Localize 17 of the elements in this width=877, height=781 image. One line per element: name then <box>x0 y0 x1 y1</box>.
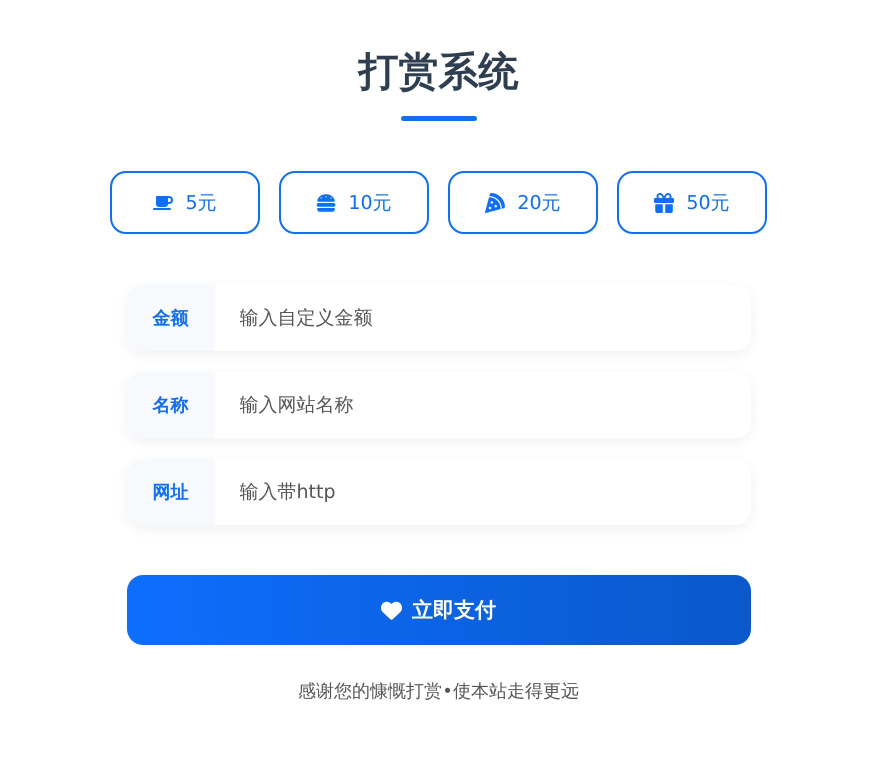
input-field[interactable]: 金额 输入自定义金额 <box>126 285 750 351</box>
gift-icon <box>654 192 674 212</box>
input-field[interactable]: 网址 输入带http <box>126 459 750 525</box>
field-label: 网址 <box>126 459 214 525</box>
input-field[interactable]: 名称 输入网站名称 <box>126 372 750 438</box>
pay-button[interactable]: 立即支付 <box>126 575 750 645</box>
amount-button[interactable]: 5元 <box>110 171 260 234</box>
burger-icon <box>316 192 336 212</box>
page-title: 打赏系统 <box>358 48 518 97</box>
field-label: 名称 <box>126 372 214 438</box>
pizza-slice-icon <box>485 192 506 212</box>
field-label: 金额 <box>126 285 214 351</box>
amount-button[interactable]: 50元 <box>617 171 767 234</box>
amount-button[interactable]: 20元 <box>448 171 598 234</box>
footer-text: 感谢您的慷慨打赏•使本站走得更远 <box>298 680 579 703</box>
amount-button[interactable]: 10元 <box>279 171 429 234</box>
heart-icon <box>381 600 402 620</box>
